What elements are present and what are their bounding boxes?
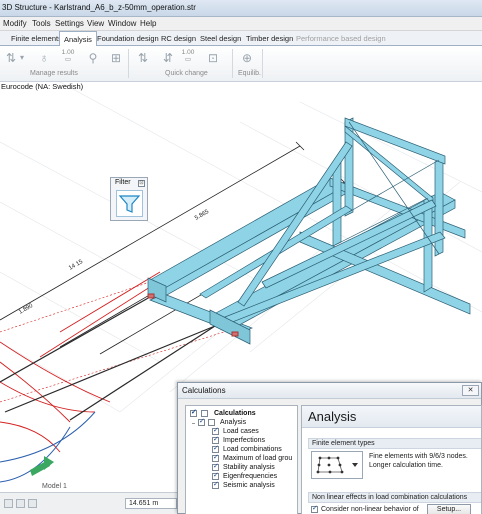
model-tab[interactable]: Model 1 bbox=[42, 483, 67, 490]
dimension-label: 5.865 bbox=[194, 209, 211, 222]
checkbox[interactable] bbox=[212, 435, 219, 444]
menu-tools[interactable]: Tools bbox=[32, 19, 51, 28]
menu-window[interactable]: Window bbox=[108, 19, 136, 28]
menu-view[interactable]: View bbox=[87, 19, 104, 28]
funnel-icon bbox=[118, 195, 141, 213]
checkbox[interactable] bbox=[212, 426, 219, 435]
pin-icon[interactable]: ⊡ bbox=[138, 180, 145, 187]
status-button[interactable] bbox=[28, 499, 37, 508]
checkbox[interactable] bbox=[212, 444, 219, 453]
quick-change-icon[interactable]: ⊡ bbox=[205, 50, 221, 66]
frame-icon[interactable]: ⊞ bbox=[108, 50, 124, 66]
scale-value-b[interactable]: 1.00 ▭ bbox=[180, 49, 196, 63]
tab-analysis[interactable]: Analysis bbox=[59, 31, 97, 47]
node-icon bbox=[208, 419, 215, 426]
dropdown-arrow-icon[interactable]: ▾ bbox=[14, 50, 30, 66]
checkbox[interactable] bbox=[212, 462, 219, 471]
checkbox[interactable] bbox=[212, 480, 219, 489]
ribbon-separator bbox=[128, 49, 129, 78]
panel-header: Analysis bbox=[302, 406, 481, 428]
menu-modify[interactable]: Modify bbox=[3, 19, 27, 28]
group-quick-change: Quick change bbox=[165, 70, 208, 77]
tab-steel-design[interactable]: Steel design bbox=[196, 31, 245, 46]
calculations-dialog: Calculations ✕ Calculations Analysis Loa… bbox=[177, 382, 482, 514]
chevron-down-icon bbox=[352, 463, 358, 467]
menu-bar: Modify Tools Settings View Window Help bbox=[0, 17, 482, 31]
section-non-linear-effects: Non linear effects in load combination c… bbox=[308, 492, 481, 503]
group-manage-results: Manage results bbox=[30, 70, 78, 77]
ribbon-toolbar: ⇅ ▾ ♁ 1.00 ▭ ⚲ ⊞ ⇅ ⇵ 1.00 ▭ ⊡ ⊕ Manage res… bbox=[0, 46, 482, 82]
checkbox[interactable] bbox=[212, 471, 219, 480]
dimension-label: 14 15 bbox=[68, 259, 85, 272]
close-icon[interactable]: ✕ bbox=[462, 385, 479, 396]
quick-arrows-icon[interactable]: ⇅ bbox=[135, 50, 151, 66]
status-button[interactable] bbox=[4, 499, 13, 508]
status-bar: Model 1 14.651 m bbox=[0, 483, 180, 514]
tab-timber-design[interactable]: Timber design bbox=[242, 31, 297, 46]
dialog-title-bar: Calculations ✕ bbox=[178, 383, 481, 399]
analysis-settings-panel: Analysis Finite element types Fine eleme… bbox=[301, 405, 482, 514]
checkbox[interactable] bbox=[190, 408, 197, 417]
element-type-selector[interactable] bbox=[311, 451, 363, 479]
axis-indicator-icon bbox=[30, 456, 54, 476]
status-button[interactable] bbox=[16, 499, 25, 508]
checkbox[interactable] bbox=[311, 504, 318, 513]
dimension-label: 1.890 bbox=[18, 303, 35, 316]
bulb-icon[interactable]: ♁ bbox=[36, 50, 52, 66]
section-finite-element-types: Finite element types bbox=[308, 438, 481, 449]
menu-settings[interactable]: Settings bbox=[55, 19, 84, 28]
coordinate-field: 14.651 m bbox=[125, 498, 177, 509]
element-type-description: Fine elements with 9/6/3 nodes. Longer c… bbox=[369, 453, 468, 469]
window-title: 3D Structure - Karlstrand_A6_b_z-50mm_op… bbox=[2, 3, 196, 12]
ribbon-separator bbox=[232, 49, 233, 78]
tab-finite-elements[interactable]: Finite elements bbox=[7, 31, 66, 46]
filter-label: Filter bbox=[115, 179, 131, 186]
group-equilibrium: Equilib. bbox=[238, 70, 261, 77]
checkbox[interactable] bbox=[198, 417, 205, 426]
tab-rc-design[interactable]: RC design bbox=[157, 31, 200, 46]
title-bar: 3D Structure - Karlstrand_A6_b_z-50mm_op… bbox=[0, 0, 482, 17]
design-code-label: Eurocode (NA: Swedish) bbox=[1, 82, 84, 91]
quick-up-down-icon[interactable]: ⇵ bbox=[160, 50, 176, 66]
mesh-element-icon bbox=[316, 456, 358, 474]
calculation-tree: Calculations Analysis Load cases Imperfe… bbox=[185, 405, 298, 514]
equilibrium-icon[interactable]: ⊕ bbox=[239, 50, 255, 66]
panel-title: Analysis bbox=[308, 409, 357, 424]
dialog-title: Calculations bbox=[182, 386, 226, 395]
filter-panel: Filter ⊡ bbox=[110, 177, 148, 221]
setup-button[interactable]: Setup... bbox=[427, 504, 471, 514]
tab-foundation-design[interactable]: Foundation design bbox=[93, 31, 163, 46]
ribbon-separator bbox=[262, 49, 263, 78]
scale-value-a[interactable]: 1.00 ▭ bbox=[60, 49, 76, 63]
checkbox[interactable] bbox=[212, 453, 219, 462]
filter-button[interactable] bbox=[116, 190, 143, 217]
tab-performance-based-design: Performance based design bbox=[296, 34, 386, 43]
menu-help[interactable]: Help bbox=[140, 19, 156, 28]
ribbon-tab-bar: Finite elements Analysis Foundation desi… bbox=[0, 31, 482, 47]
magnifier-icon[interactable]: ⚲ bbox=[85, 50, 101, 66]
node-icon bbox=[201, 410, 208, 417]
